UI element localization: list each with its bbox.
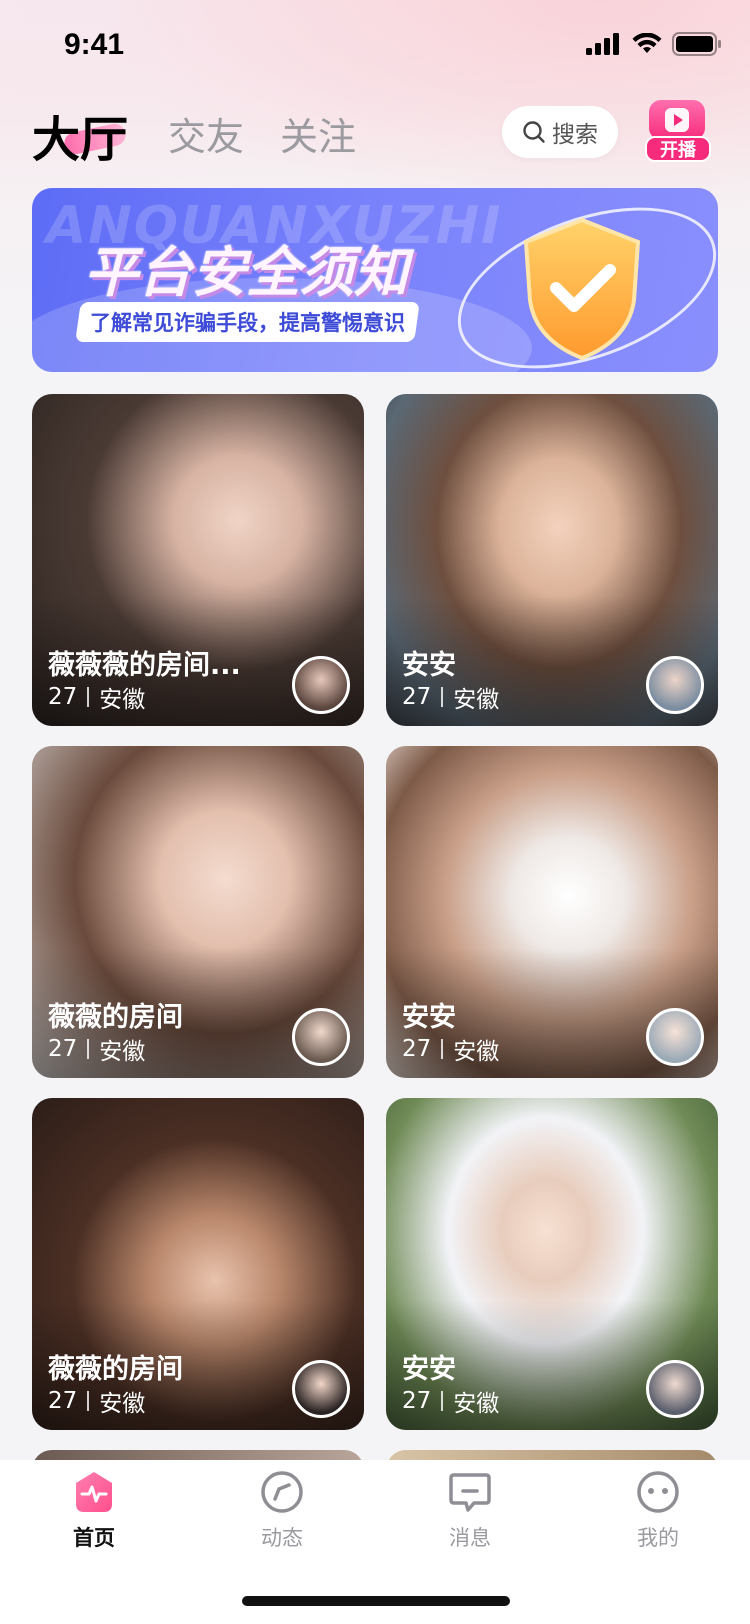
room-card[interactable]: 安安 27 安徽 — [386, 394, 718, 726]
live-screen — [649, 100, 705, 140]
compass-icon — [261, 1471, 303, 1513]
host-location: 安徽 — [453, 1039, 500, 1065]
search-label: 搜索 — [552, 122, 598, 148]
room-meta: 27 安徽 — [48, 1032, 145, 1066]
tab-friends[interactable]: 交友 — [168, 106, 244, 161]
avatar[interactable] — [646, 1360, 704, 1418]
wifi-icon — [632, 33, 662, 53]
room-meta: 27 安徽 — [402, 680, 499, 714]
host-age: 27 — [48, 684, 78, 710]
host-age: 27 — [402, 684, 432, 710]
room-meta: 27 安徽 — [402, 1384, 499, 1418]
host-age: 27 — [402, 1388, 432, 1414]
host-age: 27 — [402, 1036, 432, 1062]
room-meta: 27 安徽 — [402, 1032, 499, 1066]
play-icon — [665, 108, 689, 132]
nav-profile[interactable]: 我的 — [598, 1470, 718, 1560]
home-indicator — [242, 1596, 510, 1606]
room-card[interactable]: 薇薇薇的房间... 27 安徽 — [32, 394, 364, 726]
live-label: 开播 — [645, 136, 711, 162]
room-card[interactable]: 薇薇的房间 27 安徽 — [32, 746, 364, 1078]
room-meta: 27 安徽 — [48, 1384, 145, 1418]
avatar[interactable] — [292, 1360, 350, 1418]
nav-home[interactable]: 首页 — [34, 1470, 154, 1560]
battery-icon — [672, 32, 721, 56]
avatar[interactable] — [646, 1008, 704, 1066]
tab-hall[interactable]: 大厅 — [32, 100, 128, 170]
nav-profile-label: 我的 — [637, 1526, 679, 1550]
banner-subtitle: 了解常见诈骗手段，提高警惕意识 — [90, 311, 405, 335]
home-pulse-icon — [76, 1472, 112, 1512]
search-icon — [523, 121, 545, 143]
tab-following[interactable]: 关注 — [280, 106, 356, 161]
room-name: 安安 — [402, 650, 456, 681]
host-location: 安徽 — [99, 1391, 146, 1417]
message-icon — [449, 1473, 491, 1512]
host-location: 安徽 — [453, 1391, 500, 1417]
room-name: 薇薇的房间 — [48, 1002, 183, 1033]
search-button[interactable]: 搜索 — [502, 106, 618, 158]
signal-icon — [586, 33, 619, 55]
safety-banner[interactable]: ANQUANXUZHI 平台安全须知 了解常见诈骗手段，提高警惕意识 — [32, 188, 718, 372]
room-card[interactable]: 薇薇的房间 27 安徽 — [32, 1098, 364, 1430]
banner-subtitle-box: 了解常见诈骗手段，提高警惕意识 — [75, 302, 420, 342]
room-name: 薇薇的房间 — [48, 1354, 183, 1385]
room-name: 安安 — [402, 1354, 456, 1385]
start-live-button[interactable]: 开播 — [645, 100, 711, 162]
room-card[interactable]: 安安 27 安徽 — [386, 746, 718, 1078]
avatar[interactable] — [646, 656, 704, 714]
nav-messages[interactable]: 消息 — [410, 1470, 530, 1560]
room-name: 薇薇薇的房间... — [48, 650, 241, 681]
status-bar: 9:41 — [0, 0, 750, 94]
host-location: 安徽 — [99, 1039, 146, 1065]
room-name: 安安 — [402, 1002, 456, 1033]
host-location: 安徽 — [453, 687, 500, 713]
room-grid: 薇薇薇的房间... 27 安徽 安安 27 安徽 薇薇的房间 27 安徽 安安 27 安… — [32, 394, 718, 1430]
banner-title: 平台安全须知 — [84, 241, 408, 304]
avatar[interactable] — [292, 1008, 350, 1066]
room-meta: 27 安徽 — [48, 680, 145, 714]
room-card[interactable]: 安安 27 安徽 — [386, 1098, 718, 1430]
nav-messages-label: 消息 — [449, 1526, 491, 1550]
status-time: 9:41 — [64, 28, 125, 61]
shield-check-icon — [523, 217, 641, 361]
top-tabs: 大厅 交友 关注 — [0, 100, 750, 172]
avatar[interactable] — [292, 656, 350, 714]
nav-feed[interactable]: 动态 — [222, 1470, 342, 1560]
face-icon — [637, 1471, 679, 1513]
host-age: 27 — [48, 1036, 78, 1062]
nav-home-label: 首页 — [73, 1526, 115, 1550]
status-icons — [586, 32, 722, 56]
host-age: 27 — [48, 1388, 78, 1414]
host-location: 安徽 — [99, 687, 146, 713]
nav-feed-label: 动态 — [261, 1526, 303, 1550]
